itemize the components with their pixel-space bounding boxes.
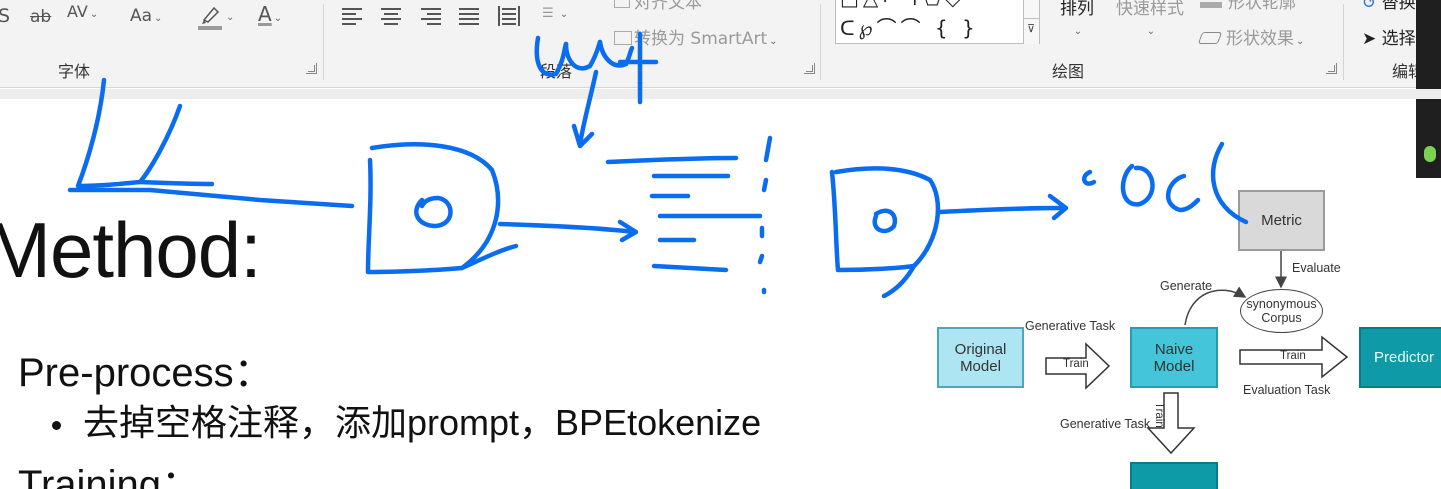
generate-label: Generate (1160, 279, 1213, 293)
naive-model-box[interactable]: Naive Model (1130, 327, 1218, 388)
model-label: Model (960, 357, 1001, 375)
predictor-label: Predictor (1373, 349, 1435, 366)
predictor-box[interactable]: Predictor (1359, 327, 1441, 388)
generative-task-label: Generative Task (1025, 319, 1116, 333)
metric-label: Metric (1261, 212, 1302, 229)
original-model-box[interactable]: Original Model (937, 327, 1024, 388)
evaluate-label: Evaluate (1292, 261, 1341, 275)
train-label: Train (1153, 402, 1165, 428)
generative-task-label: Generative Task (1060, 417, 1151, 431)
diagram-connectors (1045, 251, 1349, 455)
train-label: Train (1280, 350, 1306, 362)
synonymous-corpus-ellipse[interactable]: synonymous Corpus (1240, 289, 1323, 333)
naive-label: Naive (1154, 340, 1194, 358)
generated-model-box[interactable] (1130, 462, 1218, 489)
model-label: Model (1153, 357, 1195, 375)
evaluation-task-label: Evaluation Task (1243, 383, 1331, 397)
synonymous-label: synonymous (1246, 297, 1317, 311)
corpus-label: Corpus (1261, 311, 1302, 325)
original-label: Original (954, 340, 1007, 358)
metric-box[interactable]: Metric (1238, 190, 1325, 251)
train-label: Train (1063, 358, 1089, 370)
